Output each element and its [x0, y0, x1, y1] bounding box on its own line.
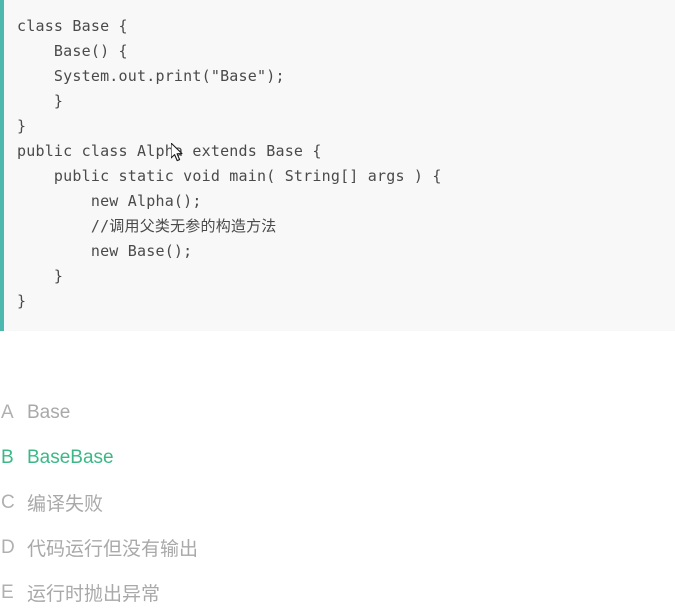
option-letter: A: [1, 401, 14, 423]
option-row-a[interactable]: A Base: [0, 390, 675, 435]
code-line: }: [17, 267, 64, 285]
code-block: class Base { Base() { System.out.print("…: [0, 0, 675, 331]
code-line: //调用父类无参的构造方法: [17, 217, 277, 235]
option-row-e[interactable]: E 运行时抛出异常: [0, 570, 675, 615]
code-line: public static void main( String[] args )…: [17, 167, 442, 185]
option-letter: D: [1, 536, 15, 558]
option-letter: E: [1, 581, 14, 603]
code-line: new Base();: [17, 242, 193, 260]
code-line: public class Alpha extends Base {: [17, 142, 322, 160]
option-row-b[interactable]: B BaseBase: [0, 435, 675, 480]
code-line: }: [17, 292, 27, 310]
answer-options-list: A Base B BaseBase C 编译失败 D 代码运行但没有输出 E 运…: [0, 390, 675, 615]
option-text: 运行时抛出异常: [27, 584, 161, 605]
option-text: Base: [27, 401, 71, 423]
code-line: new Alpha();: [17, 192, 202, 210]
code-line: }: [17, 117, 27, 135]
option-letter: B: [1, 446, 14, 468]
code-line: }: [17, 92, 64, 110]
code-line: Base() {: [17, 42, 128, 60]
option-text: BaseBase: [27, 446, 114, 468]
code-line: class Base {: [17, 17, 128, 35]
option-row-d[interactable]: D 代码运行但没有输出: [0, 525, 675, 570]
option-row-c[interactable]: C 编译失败: [0, 480, 675, 525]
code-line: System.out.print("Base");: [17, 67, 285, 85]
option-letter: C: [1, 491, 15, 513]
option-text: 代码运行但没有输出: [27, 539, 199, 560]
option-text: 编译失败: [27, 494, 104, 515]
